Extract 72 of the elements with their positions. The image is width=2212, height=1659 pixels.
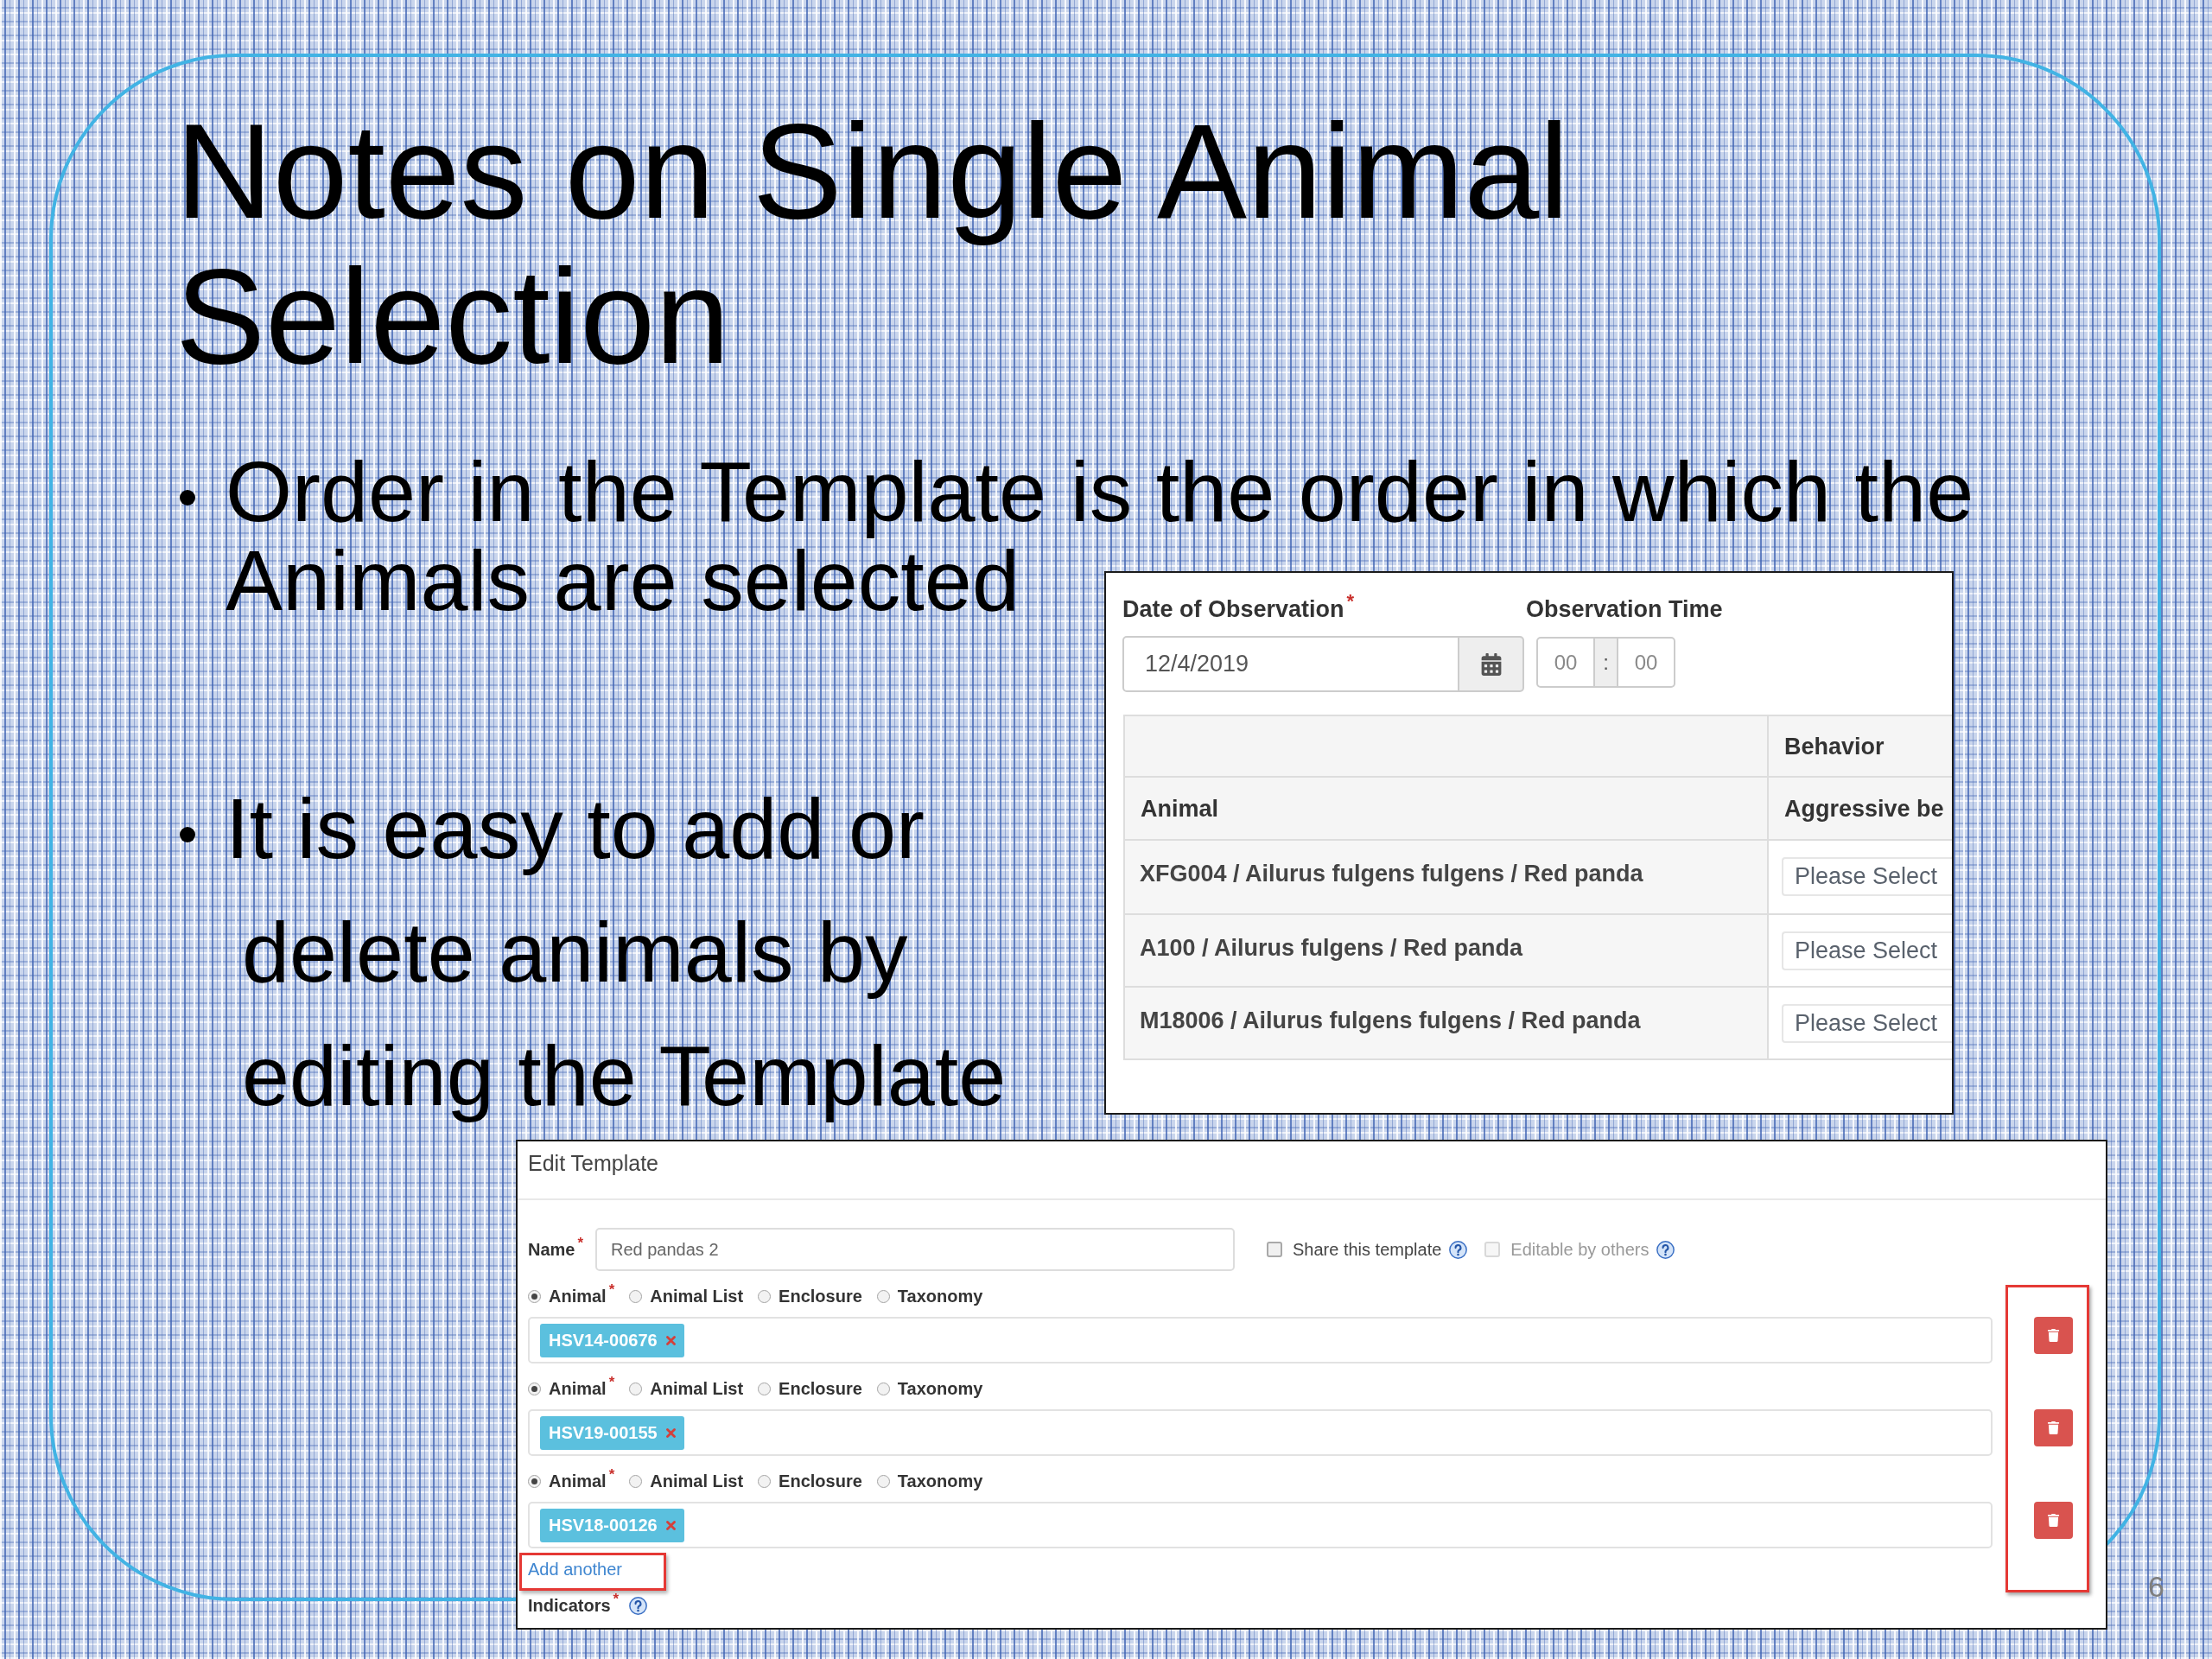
required-mark: *	[608, 1375, 615, 1389]
checkbox-option[interactable]: Share this template	[1267, 1239, 1442, 1260]
tag-label: HSV18-00126	[549, 1515, 658, 1535]
remove-icon[interactable]	[665, 1427, 676, 1438]
table-cell: M18006 / Ailurus fulgens fulgens / Red panda	[1124, 987, 1768, 1059]
trash-icon	[2047, 1329, 2060, 1342]
field-label: Name	[528, 1239, 575, 1260]
remove-icon[interactable]	[665, 1520, 676, 1530]
date-input[interactable]: 12/4/2019	[1122, 636, 1459, 692]
radio-icon[interactable]	[528, 1474, 541, 1488]
radio-option[interactable]: Animal List	[629, 1378, 744, 1399]
delete-button[interactable]	[2034, 1502, 2073, 1539]
radio-icon[interactable]	[629, 1474, 643, 1488]
help-icon[interactable]	[1449, 1240, 1468, 1259]
required-mark: *	[608, 1282, 615, 1297]
calendar-button[interactable]	[1459, 636, 1524, 692]
bullet-text: It is easy to add or	[226, 779, 925, 878]
table-cell: XFG004 / Ailurus fulgens fulgens / Red panda	[1124, 840, 1768, 914]
table-cell: A100 / Ailurus fulgens / Red panda	[1124, 914, 1768, 987]
help-icon[interactable]	[629, 1596, 648, 1615]
radio-option[interactable]: Taxonomy	[876, 1378, 983, 1399]
remove-icon[interactable]	[665, 1335, 676, 1345]
radio-icon[interactable]	[876, 1289, 890, 1303]
required-mark: *	[613, 1592, 620, 1606]
bullet-text: delete animals by	[242, 903, 908, 1001]
delete-button[interactable]	[2034, 1317, 2073, 1354]
bullet-icon	[180, 827, 195, 842]
bullet-icon	[180, 490, 195, 505]
required-mark: *	[1346, 592, 1355, 611]
radio-option[interactable]: Enclosure	[758, 1471, 862, 1491]
radio-icon[interactable]	[528, 1382, 541, 1395]
trash-icon	[2047, 1421, 2060, 1434]
checkbox-icon[interactable]	[1267, 1242, 1282, 1257]
tag-label: HSV14-00676	[549, 1330, 658, 1351]
radio-option[interactable]: Taxonomy	[876, 1286, 983, 1306]
radio-icon[interactable]	[629, 1289, 643, 1303]
radio-icon[interactable]	[629, 1382, 643, 1395]
radio-option[interactable]: Enclosure	[758, 1286, 862, 1306]
panel-title: Edit Template	[528, 1151, 658, 1175]
field-label: Observation Time	[1526, 595, 1723, 623]
radio-icon[interactable]	[528, 1289, 541, 1303]
radio-icon[interactable]	[876, 1382, 890, 1395]
field-label: Indicators	[528, 1595, 611, 1616]
radio-option[interactable]: Taxonomy	[876, 1471, 983, 1491]
select-field[interactable]: Please Select	[1782, 931, 1952, 970]
table-header-cell: Behavior	[1768, 715, 1952, 777]
name-input[interactable]: Red pandas 2	[595, 1228, 1235, 1271]
table-header-cell: Aggressive be	[1768, 777, 1952, 840]
trash-icon	[2047, 1514, 2060, 1527]
radio-option[interactable]: Animal	[528, 1286, 607, 1306]
tag-label: HSV19-00155	[549, 1422, 658, 1443]
slide-title: Notes on Single Animal Selection	[175, 99, 1570, 389]
radio-option[interactable]: Animal	[528, 1378, 607, 1399]
required-mark: *	[608, 1467, 615, 1482]
radio-option[interactable]: Animal List	[629, 1286, 744, 1306]
radio-icon[interactable]	[758, 1474, 772, 1488]
radio-icon[interactable]	[758, 1382, 772, 1395]
time-separator: :	[1595, 637, 1617, 688]
select-field[interactable]: Please Select	[1782, 857, 1952, 896]
calendar-icon	[1479, 652, 1503, 676]
add-another-link[interactable]: Add another	[528, 1559, 622, 1580]
radio-option[interactable]: Animal	[528, 1471, 607, 1491]
select-field[interactable]: Please Select	[1782, 1004, 1952, 1043]
bullet-text: editing the Template	[242, 1027, 1007, 1125]
field-label: Date of Observation	[1122, 595, 1344, 623]
table-header-cell: Animal	[1124, 777, 1768, 840]
radio-icon[interactable]	[758, 1289, 772, 1303]
radio-option[interactable]: Enclosure	[758, 1378, 862, 1399]
radio-icon[interactable]	[876, 1474, 890, 1488]
delete-button[interactable]	[2034, 1409, 2073, 1446]
required-mark: *	[577, 1236, 584, 1250]
radio-option[interactable]: Animal List	[629, 1471, 744, 1491]
